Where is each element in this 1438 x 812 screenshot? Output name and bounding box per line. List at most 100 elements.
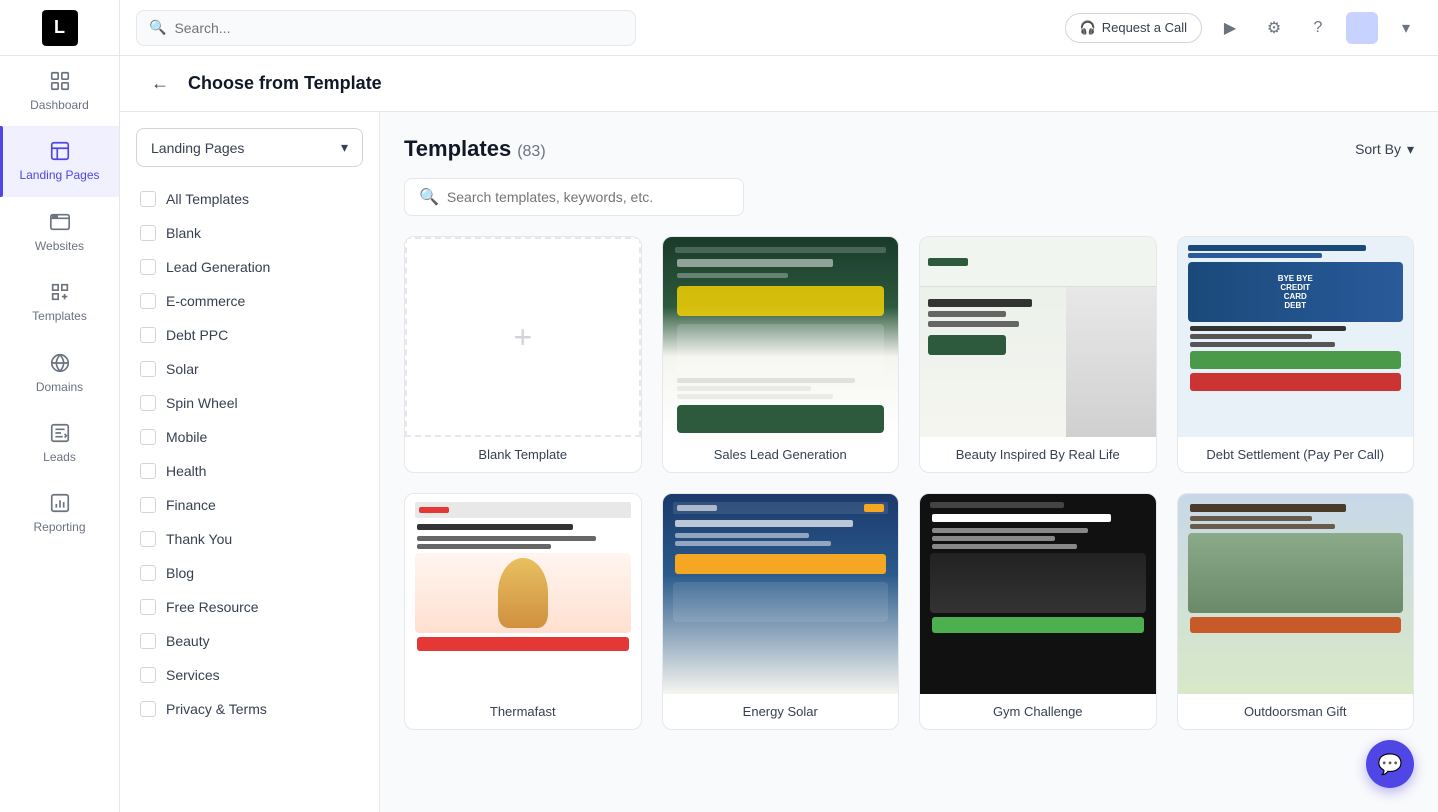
template-name-beauty-real-life: Beauty Inspired By Real Life (920, 437, 1156, 472)
topbar-right: 🎧 Request a Call ▶ ⚙ ? ▾ (1065, 12, 1422, 44)
template-name-outdoorsman: Outdoorsman Gift (1178, 694, 1414, 729)
page-type-dropdown[interactable]: Landing Pages ▾ (136, 128, 363, 167)
filter-checkbox-privacy-terms[interactable] (140, 701, 156, 717)
template-card-debt-settlement[interactable]: BYE BYECREDITCARDDEBT Debt Settlement (P… (1177, 236, 1415, 473)
filter-label-health: Health (166, 463, 206, 479)
sidebar-label-landing-pages: Landing Pages (19, 168, 99, 182)
template-card-gym-challenge[interactable]: Gym Challenge (919, 493, 1157, 730)
filter-item-spin-wheel[interactable]: Spin Wheel (136, 387, 363, 419)
templates-icon (49, 281, 71, 303)
headphone-icon: 🎧 (1080, 20, 1096, 36)
filter-checkbox-ecommerce[interactable] (140, 293, 156, 309)
video-button[interactable]: ▶ (1214, 12, 1246, 44)
filter-item-blog[interactable]: Blog (136, 557, 363, 589)
filter-checkbox-services[interactable] (140, 667, 156, 683)
sidebar-item-websites[interactable]: Websites (0, 197, 119, 267)
filter-checkbox-blog[interactable] (140, 565, 156, 581)
filter-item-lead-gen[interactable]: Lead Generation (136, 251, 363, 283)
filter-checkbox-finance[interactable] (140, 497, 156, 513)
sidebar-label-domains: Domains (36, 380, 83, 394)
filter-checkbox-beauty[interactable] (140, 633, 156, 649)
filter-item-blank[interactable]: Blank (136, 217, 363, 249)
sort-by-label: Sort By (1355, 141, 1401, 157)
chat-bubble[interactable]: 💬 (1366, 740, 1414, 788)
dropdown-chevron[interactable]: ▾ (1390, 12, 1422, 44)
help-button[interactable]: ? (1302, 12, 1334, 44)
template-card-blank[interactable]: + Blank Template (404, 236, 642, 473)
sort-by-button[interactable]: Sort By ▾ (1355, 141, 1414, 158)
filter-label-blank: Blank (166, 225, 201, 241)
template-card-thermafast[interactable]: Thermafast (404, 493, 642, 730)
filter-item-finance[interactable]: Finance (136, 489, 363, 521)
filter-checkbox-all[interactable] (140, 191, 156, 207)
filter-checkbox-health[interactable] (140, 463, 156, 479)
filter-checkbox-spin-wheel[interactable] (140, 395, 156, 411)
filter-checkbox-blank[interactable] (140, 225, 156, 241)
sidebar-item-dashboard[interactable]: Dashboard (0, 56, 119, 126)
sidebar-label-dashboard: Dashboard (30, 98, 89, 112)
chevron-down-icon: ▾ (341, 139, 348, 156)
template-card-energy-solar[interactable]: Energy Solar (662, 493, 900, 730)
leads-icon (49, 422, 71, 444)
search-bar[interactable]: 🔍 (136, 10, 636, 46)
filter-item-services[interactable]: Services (136, 659, 363, 691)
filter-checkbox-solar[interactable] (140, 361, 156, 377)
filter-label-privacy-terms: Privacy & Terms (166, 701, 267, 717)
sidebar-label-leads: Leads (43, 450, 76, 464)
reporting-icon (49, 492, 71, 514)
back-button[interactable]: ← (144, 68, 176, 100)
filter-label-free-resource: Free Resource (166, 599, 259, 615)
filter-item-thank-you[interactable]: Thank You (136, 523, 363, 555)
avatar[interactable] (1346, 12, 1378, 44)
search-input[interactable] (174, 20, 623, 36)
template-search-bar[interactable]: 🔍 (404, 178, 744, 216)
template-name-energy-solar: Energy Solar (663, 694, 899, 729)
filter-item-debt-ppc[interactable]: Debt PPC (136, 319, 363, 351)
filter-item-privacy-terms[interactable]: Privacy & Terms (136, 693, 363, 725)
template-search-input[interactable] (447, 189, 729, 205)
template-name-debt-settlement: Debt Settlement (Pay Per Call) (1178, 437, 1414, 472)
template-name-thermafast: Thermafast (405, 694, 641, 729)
template-preview-blank: + (405, 237, 641, 437)
templates-grid: + Blank Template Sales Lead Generation B… (404, 236, 1414, 730)
content-area: Landing Pages ▾ All Templates Blank Lead… (120, 112, 1438, 812)
sidebar-item-leads[interactable]: Leads (0, 408, 119, 478)
sidebar-item-templates[interactable]: Templates (0, 267, 119, 337)
filter-checkbox-debt-ppc[interactable] (140, 327, 156, 343)
templates-header: Templates (83) Sort By ▾ (404, 136, 1414, 162)
template-preview-gym-challenge (920, 494, 1156, 694)
filter-checkbox-free-resource[interactable] (140, 599, 156, 615)
filter-label-services: Services (166, 667, 220, 683)
sidebar-item-reporting[interactable]: Reporting (0, 478, 119, 548)
template-card-outdoorsman[interactable]: Outdoorsman Gift (1177, 493, 1415, 730)
template-name-gym-challenge: Gym Challenge (920, 694, 1156, 729)
filter-checkbox-mobile[interactable] (140, 429, 156, 445)
filter-sidebar: Landing Pages ▾ All Templates Blank Lead… (120, 112, 380, 812)
sidebar-item-domains[interactable]: Domains (0, 338, 119, 408)
chat-icon: 💬 (1378, 752, 1403, 777)
request-call-button[interactable]: 🎧 Request a Call (1065, 13, 1202, 43)
sort-chevron-icon: ▾ (1407, 141, 1414, 158)
templates-title: Templates (83) (404, 136, 546, 162)
filter-item-all[interactable]: All Templates (136, 183, 363, 215)
main-area: 🔍 🎧 Request a Call ▶ ⚙ ? ▾ ← Choose from… (120, 0, 1438, 812)
filter-checkbox-lead-gen[interactable] (140, 259, 156, 275)
page-title: Choose from Template (188, 73, 382, 94)
template-card-beauty-real-life[interactable]: Beauty Inspired By Real Life (919, 236, 1157, 473)
template-card-sales-lead[interactable]: Sales Lead Generation (662, 236, 900, 473)
filter-item-mobile[interactable]: Mobile (136, 421, 363, 453)
filter-item-free-resource[interactable]: Free Resource (136, 591, 363, 623)
search-icon: 🔍 (149, 19, 166, 36)
settings-button[interactable]: ⚙ (1258, 12, 1290, 44)
sidebar-item-landing-pages[interactable]: Landing Pages (0, 126, 119, 196)
filter-item-beauty[interactable]: Beauty (136, 625, 363, 657)
filter-item-health[interactable]: Health (136, 455, 363, 487)
filter-item-solar[interactable]: Solar (136, 353, 363, 385)
filter-label-debt-ppc: Debt PPC (166, 327, 228, 343)
filter-checkbox-thank-you[interactable] (140, 531, 156, 547)
template-search-icon: 🔍 (419, 187, 439, 207)
sidebar-label-websites: Websites (35, 239, 84, 253)
dashboard-icon (49, 70, 71, 92)
filter-item-ecommerce[interactable]: E-commerce (136, 285, 363, 317)
filter-label-thank-you: Thank You (166, 531, 232, 547)
